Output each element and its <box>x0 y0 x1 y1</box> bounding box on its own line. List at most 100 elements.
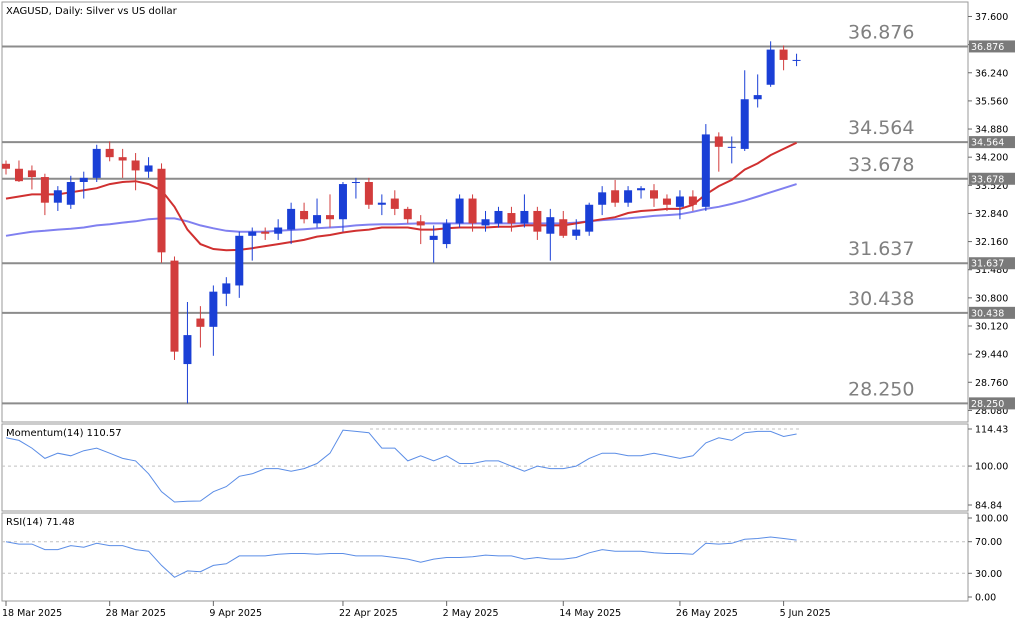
price-tick-label: 28.760 <box>975 378 1008 389</box>
level-price-tag-text: 31.637 <box>971 259 1004 270</box>
bear-candle <box>390 198 399 209</box>
bull-candle <box>637 188 646 191</box>
price-tick-label: 34.880 <box>975 125 1008 136</box>
rsi-tick-label: 70.00 <box>975 537 1002 548</box>
bull-candle <box>222 283 231 294</box>
price-tick-label: 32.160 <box>975 237 1008 248</box>
price-tick-label: 36.240 <box>975 68 1008 79</box>
rsi-tick-label: 100.00 <box>975 514 1008 525</box>
bull-candle <box>92 148 101 178</box>
price-tick-label: 35.560 <box>975 96 1008 107</box>
bull-candle <box>740 99 749 149</box>
bull-candle <box>753 95 762 100</box>
bull-candle <box>546 217 555 234</box>
bull-candle <box>351 182 360 183</box>
bear-candle <box>416 221 425 226</box>
rsi-indicator: 100.00 70.00 30.00 0.00 <box>2 514 1008 604</box>
bear-candle <box>261 231 270 234</box>
bear-candle <box>650 190 658 199</box>
level-price-tag-text: 30.438 <box>971 308 1004 319</box>
momentum-tick-label: 114.43 <box>975 425 1008 436</box>
level-label: 30.438 <box>848 288 914 310</box>
momentum-tick-label: 84.84 <box>975 501 1002 512</box>
level-price-tag-text: 28.250 <box>971 399 1004 410</box>
bull-candle <box>274 227 283 234</box>
bear-candle <box>196 318 205 327</box>
bull-candle <box>377 202 386 205</box>
price-tick-label: 32.840 <box>975 209 1008 220</box>
bull-candle <box>235 235 244 286</box>
level-label: 34.564 <box>848 117 914 139</box>
bear-candle <box>2 163 10 169</box>
bear-candle <box>507 213 516 224</box>
bull-candle <box>455 198 464 224</box>
bull-candle <box>624 190 633 203</box>
price-tick-label: 30.800 <box>975 293 1008 304</box>
momentum-label: Momentum(14) 110.57 <box>6 428 122 439</box>
rsi-tick-label: 0.00 <box>975 593 996 604</box>
price-tick-label: 34.200 <box>975 153 1008 164</box>
bear-candle <box>326 215 334 220</box>
bull-candle <box>585 204 594 232</box>
bull-candle <box>313 215 322 224</box>
bear-candle <box>611 190 620 203</box>
bear-candle <box>559 219 568 236</box>
momentum-panel-frame <box>1 423 969 512</box>
time-tick-label: 18 Mar 2025 <box>2 608 62 619</box>
bull-candle <box>598 192 607 205</box>
bull-candle <box>766 49 775 85</box>
price-panel-frame <box>1 1 969 423</box>
bull-candle <box>792 59 801 61</box>
bear-candle <box>364 182 373 205</box>
bear-candle <box>403 208 412 220</box>
bear-candle <box>662 198 671 205</box>
bull-candle <box>248 231 257 236</box>
bull-candle <box>520 210 529 224</box>
bear-candle <box>118 157 127 161</box>
bull-candle <box>675 196 684 207</box>
price-tick-label: 37.600 <box>975 12 1008 23</box>
bull-candle <box>727 146 736 148</box>
bear-candle <box>300 210 309 220</box>
time-tick-label: 5 Jun 2025 <box>780 608 831 619</box>
bull-candle <box>429 235 438 240</box>
bull-candle <box>572 229 581 236</box>
price-axis: 37.60036.92036.24035.56034.88034.20033.5… <box>968 12 1008 417</box>
bull-candle <box>287 208 296 230</box>
price-tick-label: 30.120 <box>975 322 1008 333</box>
bear-candle <box>27 170 36 178</box>
bull-candle <box>442 223 451 245</box>
level-label: 33.678 <box>848 154 914 176</box>
bull-candle <box>338 184 347 220</box>
bear-candle <box>170 260 179 352</box>
time-tick-label: 14 May 2025 <box>559 608 621 619</box>
rsi-line <box>5 536 797 578</box>
time-tick-label: 2 May 2025 <box>443 608 499 619</box>
bull-candle <box>701 134 710 207</box>
chart-title: XAGUSD, Daily: Silver vs US dollar <box>6 6 178 17</box>
bear-candle <box>131 160 140 171</box>
bear-candle <box>40 177 49 203</box>
rsi-label: RSI(14) 71.48 <box>6 517 75 528</box>
time-tick-label: 9 Apr 2025 <box>209 608 262 619</box>
bull-candle <box>79 177 88 182</box>
rsi-panel-frame <box>1 512 969 602</box>
bear-candle <box>688 196 697 205</box>
bull-candle <box>183 335 192 365</box>
time-tick-label: 22 Apr 2025 <box>339 608 398 619</box>
bear-candle <box>157 168 166 253</box>
level-label: 28.250 <box>848 378 914 400</box>
bear-candle <box>105 148 114 158</box>
bull-candle <box>209 291 218 327</box>
level-price-tag-text: 34.564 <box>971 138 1004 149</box>
bear-candle <box>714 136 723 147</box>
time-tick-label: 28 Mar 2025 <box>106 608 166 619</box>
level-label: 31.637 <box>848 238 914 260</box>
bear-candle <box>468 198 477 224</box>
momentum-tick-label: 100.00 <box>975 462 1008 473</box>
bull-candle <box>53 190 62 203</box>
bull-candle <box>144 165 153 172</box>
bull-candle <box>494 210 503 224</box>
xagusd-chart: 37.60036.92036.24035.56034.88034.20033.5… <box>1 1 1015 619</box>
level-price-tag-text: 33.678 <box>971 174 1004 185</box>
